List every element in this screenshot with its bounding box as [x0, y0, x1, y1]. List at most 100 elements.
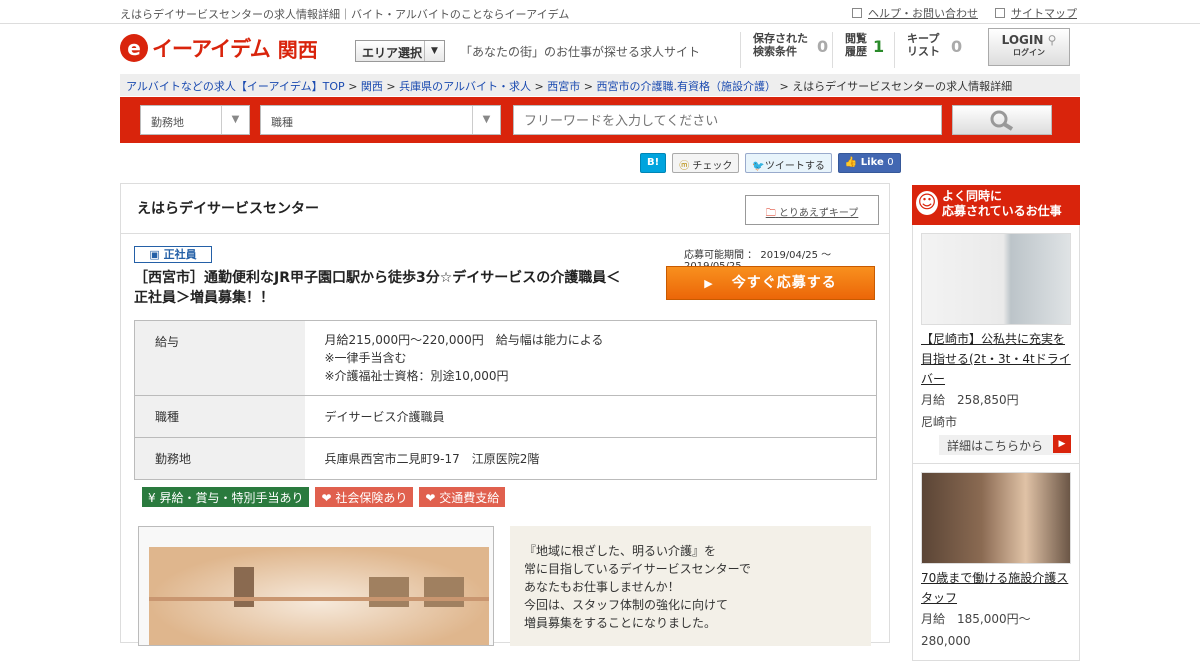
- breadcrumb-link[interactable]: 西宮市: [547, 80, 580, 93]
- area-select-label: エリア選択: [362, 46, 423, 60]
- freeword-input[interactable]: [513, 105, 942, 135]
- workplace-photo: [138, 526, 494, 646]
- keep-label: とりあえずキープ: [778, 208, 859, 219]
- sidebar-heading-line: 応募されているお仕事: [942, 204, 1062, 218]
- tweet-button[interactable]: 🐦ツイートする: [745, 153, 832, 173]
- info-value: 兵庫県西宮市二見町9-17 江原医院2階: [304, 437, 877, 480]
- related-job-link[interactable]: 【尼崎市】公私共に充実を目指せる(2t・3t・4tドライバー: [921, 329, 1071, 389]
- keep-button[interactable]: 🗀 とりあえずキープ: [745, 195, 879, 225]
- job-title: ［西宮市］通勤便利なJR甲子園口駅から徒歩3分☆デイサービスの介護職員＜正社員＞…: [134, 270, 621, 306]
- mixi-icon: ⓜ: [679, 161, 690, 172]
- description-line: 今回は、スタッフ体制の強化に向けて: [524, 598, 729, 612]
- chevron-down-icon: ▼: [424, 41, 444, 61]
- search-button[interactable]: [952, 105, 1052, 135]
- apply-label: 今すぐ応募する: [731, 275, 837, 291]
- site-tagline: えはらデイサービスセンターの求人情報詳細｜バイト・アルバイトのことならイーアイデ…: [120, 8, 570, 21]
- description-line: 『地域に根ざした、明るい介護』を: [524, 544, 717, 558]
- keep-list[interactable]: キープ リスト 0: [894, 32, 974, 68]
- chevron-down-icon: ▼: [472, 106, 500, 134]
- site-slogan: 「あなたの街」のお仕事が探せる求人サイト: [460, 45, 701, 59]
- help-link[interactable]: ヘルプ・お問い合わせ: [852, 5, 978, 21]
- breadcrumb-link[interactable]: 西宮市の介護職.有資格（施設介護）: [596, 80, 776, 93]
- help-label: ヘルプ・お問い合わせ: [868, 7, 978, 20]
- mixi-check-button[interactable]: ⓜ チェック: [672, 153, 740, 173]
- briefcase-icon: ▣: [149, 248, 160, 261]
- people-icon: ☺: [916, 191, 938, 215]
- twitter-icon: 🐦: [752, 161, 765, 172]
- hatena-bookmark-button[interactable]: B!: [640, 153, 667, 173]
- truck-photo-image: [921, 233, 1071, 325]
- sidebar-heading: ☺ よく同時に 応募されているお仕事: [912, 185, 1080, 225]
- facebook-like-button[interactable]: 👍 Like 0: [837, 153, 901, 173]
- related-job-link[interactable]: 70歳まで働ける施設介護スタッフ: [921, 568, 1071, 608]
- site-logo[interactable]: e イーアイデム 関西: [120, 32, 318, 64]
- social-buttons: B! ⓜ チェック 🐦ツイートする 👍 Like 0: [640, 153, 901, 173]
- keep-count: 0: [951, 37, 963, 56]
- feature-tag: ❤ 交通費支給: [419, 487, 506, 507]
- related-job-salary: 月給 258,850円: [921, 393, 1019, 407]
- description-line: あなたもお仕事しませんか！: [524, 580, 680, 594]
- history-label-2: 履歴: [845, 45, 867, 58]
- view-history[interactable]: 閲覧 履歴 1: [832, 32, 894, 68]
- caregiver-photo-image: [921, 472, 1071, 564]
- info-value: 月給215,000円〜220,000円 給与幅は能力による ※一律手当含む ※介…: [304, 320, 877, 396]
- history-label: 閲覧: [845, 32, 867, 45]
- apply-button[interactable]: ▶ 今すぐ応募する: [666, 266, 875, 300]
- job-info-table: 給与 月給215,000円〜220,000円 給与幅は能力による ※一律手当含む …: [134, 320, 877, 480]
- play-arrow-icon: ▶: [704, 277, 714, 290]
- sitemap-link[interactable]: サイトマップ: [995, 5, 1077, 21]
- job-type-select[interactable]: 職種 ▼: [260, 105, 501, 135]
- job-description: 『地域に根ざした、明るい介護』を 常に目指しているデイサービスセンターで あなた…: [510, 526, 871, 646]
- info-label: 勤務地: [134, 437, 305, 480]
- info-value: デイサービス介護職員: [304, 395, 877, 438]
- help-icon: [852, 8, 862, 18]
- site-header: e イーアイデム 関西 エリア選択 ▼ 「あなたの街」のお仕事が探せる求人サイト …: [120, 28, 1080, 72]
- like-count: 0: [887, 157, 894, 168]
- login-button[interactable]: LOGIN ⚲ ログイン: [988, 28, 1070, 66]
- location-select-label: 勤務地: [151, 116, 184, 129]
- detail-label: 詳細はこちらから: [947, 439, 1044, 453]
- detail-button[interactable]: 詳細はこちらから ▶: [939, 435, 1071, 455]
- job-type-select-label: 職種: [271, 116, 293, 129]
- related-job-card: 【尼崎市】公私共に充実を目指せる(2t・3t・4tドライバー 月給 258,85…: [912, 225, 1080, 464]
- related-job-card: 70歳まで働ける施設介護スタッフ 月給 185,000円〜280,000: [912, 464, 1080, 661]
- employment-badge: ▣ 正社員: [134, 246, 212, 263]
- chevron-down-icon: ▼: [221, 106, 249, 134]
- breadcrumb-link[interactable]: 関西: [361, 80, 383, 93]
- sitemap-label: サイトマップ: [1011, 7, 1077, 20]
- feature-tag: ¥ 昇給・賞与・特別手当あり: [142, 487, 310, 507]
- top-bar: えはらデイサービスセンターの求人情報詳細｜バイト・アルバイトのことならイーアイデ…: [0, 0, 1200, 24]
- login-label: LOGIN: [1001, 33, 1044, 47]
- keep-list-label: キープ: [907, 32, 940, 45]
- search-icon: [990, 110, 1014, 131]
- table-row: 給与 月給215,000円〜220,000円 給与幅は能力による ※一律手当含む …: [134, 320, 877, 396]
- saved-conditions[interactable]: 保存された 検索条件 0: [740, 32, 836, 68]
- folder-icon: 🗀: [765, 208, 776, 219]
- related-jobs-sidebar: ☺ よく同時に 応募されているお仕事 【尼崎市】公私共に充実を目指せる(2t・3…: [912, 185, 1080, 661]
- logo-e-icon: e: [120, 34, 148, 62]
- mixi-label: チェック: [692, 161, 733, 172]
- breadcrumb-link[interactable]: アルバイトなどの求人【イーアイデム】TOP: [126, 80, 345, 93]
- table-row: 職種 デイサービス介護職員: [134, 395, 877, 438]
- saved-count: 0: [817, 37, 829, 56]
- like-label: Like: [860, 157, 884, 168]
- breadcrumb: アルバイトなどの求人【イーアイデム】TOP > 関西 > 兵庫県のアルバイト・求…: [120, 74, 1080, 96]
- area-select[interactable]: エリア選択 ▼: [355, 40, 445, 62]
- breadcrumb-link[interactable]: 兵庫県のアルバイト・求人: [399, 80, 531, 93]
- description-line: 常に目指しているデイサービスセンターで: [524, 562, 751, 576]
- table-row: 勤務地 兵庫県西宮市二見町9-17 江原医院2階: [134, 437, 877, 480]
- tweet-label: ツイートする: [764, 161, 825, 172]
- info-label: 給与: [134, 320, 305, 396]
- login-sub-label: ログイン: [1013, 48, 1045, 57]
- logo-text: イーアイデム: [152, 37, 271, 61]
- thumbs-up-icon: 👍: [844, 157, 858, 168]
- sitemap-icon: [995, 8, 1005, 18]
- region-name: 関西: [277, 37, 318, 62]
- breadcrumb-current: えはらデイサービスセンターの求人情報詳細: [792, 80, 1013, 93]
- history-count: 1: [873, 37, 885, 56]
- job-detail: えはらデイサービスセンター 🗀 とりあえずキープ ▣ 正社員 応募可能期間 ： …: [120, 183, 890, 646]
- location-select[interactable]: 勤務地 ▼: [140, 105, 250, 135]
- feature-tags: ¥ 昇給・賞与・特別手当あり ❤ 社会保険あり ❤ 交通費支給: [142, 487, 506, 507]
- sidebar-heading-line: よく同時に: [942, 189, 1003, 203]
- search-bar: 勤務地 ▼ 職種 ▼: [120, 97, 1080, 143]
